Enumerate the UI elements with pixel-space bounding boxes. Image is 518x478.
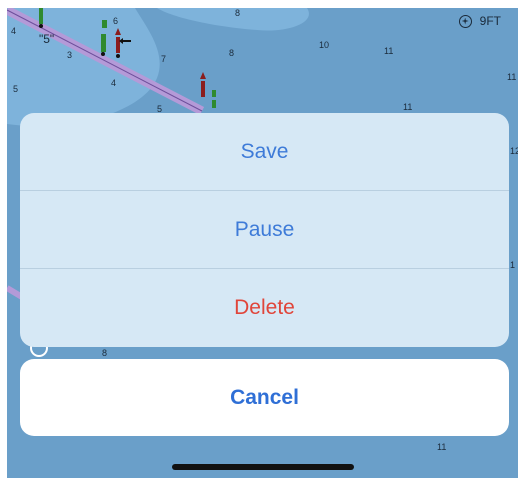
shallow-area-right: [157, 8, 309, 31]
depth-sounding: 6: [113, 16, 119, 26]
depth-sounding: 8: [229, 48, 235, 58]
buoy-green-1: [39, 8, 43, 28]
depth-sounding: 11: [403, 102, 413, 112]
depth-unit-label: 9FT: [479, 14, 501, 28]
depth-sounding: 5: [13, 84, 19, 94]
depth-sounding: 4: [11, 26, 17, 36]
depth-sounding: 8: [102, 348, 108, 358]
depth-sounding: 12: [510, 146, 518, 156]
save-button[interactable]: Save: [20, 113, 509, 191]
depth-sounding: 3: [67, 50, 73, 60]
delete-button[interactable]: Delete: [20, 269, 509, 346]
action-sheet: Save Pause Delete: [20, 113, 509, 347]
home-indicator[interactable]: [172, 464, 354, 470]
depth-sounding: 11: [437, 442, 447, 452]
depth-sounding: 8: [235, 8, 241, 18]
compass-rose-icon: [458, 14, 472, 28]
depth-sounding: 11: [507, 72, 517, 82]
depth-badge: 9FT: [458, 14, 501, 28]
depth-sounding: 10: [319, 40, 330, 50]
pause-button[interactable]: Pause: [20, 191, 509, 269]
depth-sounding: "5": [39, 32, 55, 46]
depth-sounding: 1: [510, 260, 516, 270]
depth-sounding: 4: [111, 78, 117, 88]
cancel-button[interactable]: Cancel: [20, 359, 509, 436]
depth-sounding: 7: [161, 54, 167, 64]
buoy-red-2: [200, 72, 216, 108]
depth-sounding: 11: [384, 46, 394, 56]
